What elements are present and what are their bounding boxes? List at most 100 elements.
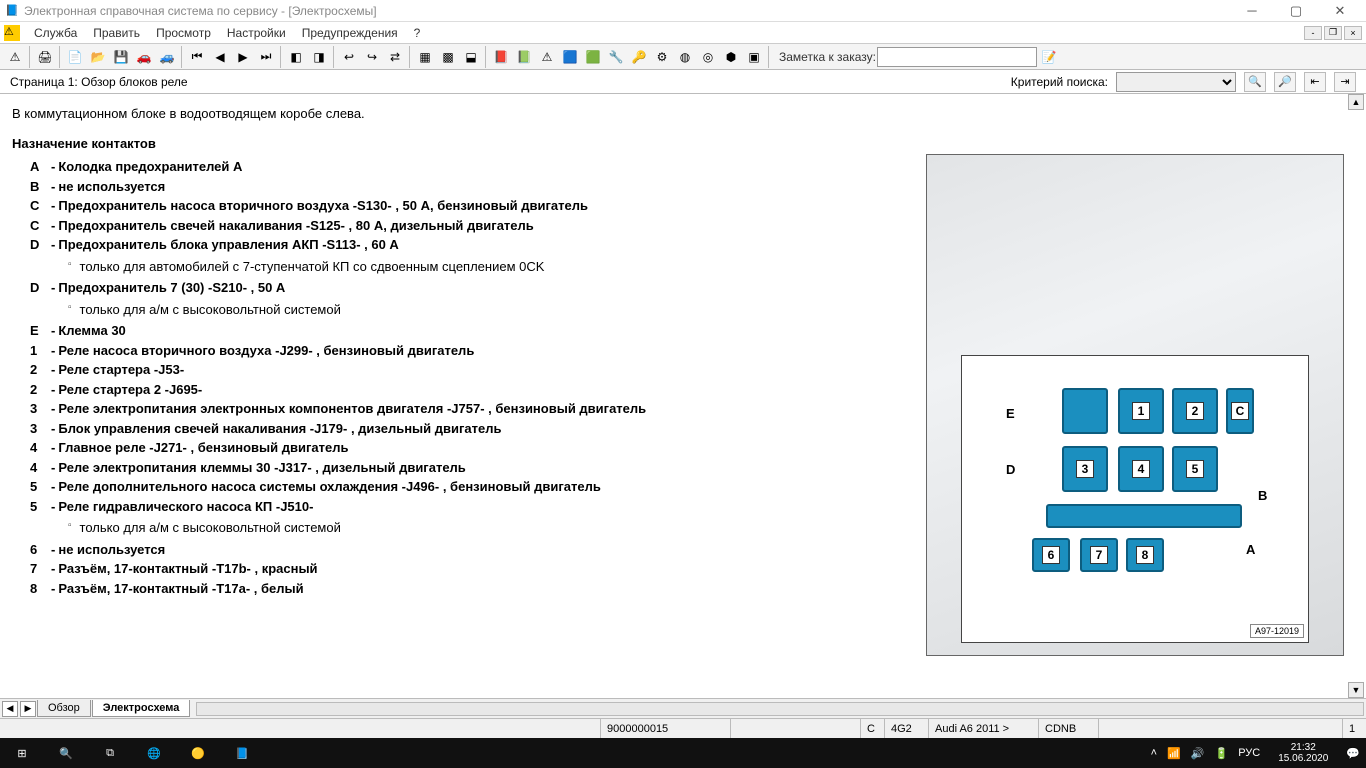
- toolbar-btn-10[interactable]: ◧: [285, 46, 307, 68]
- toolbar-btn-28[interactable]: ⬢: [720, 46, 742, 68]
- intro-text: В коммутационном блоке в водоотводящем к…: [12, 104, 1354, 124]
- relay-8: 8: [1126, 538, 1164, 572]
- close-button[interactable]: ✕: [1318, 1, 1362, 21]
- note-edit-icon[interactable]: 📝: [1038, 46, 1060, 68]
- status-page: 1: [1342, 719, 1366, 738]
- last-icon[interactable]: ⏭: [255, 46, 277, 68]
- windows-taskbar: ⊞ 🔍 ⧉ 🌐 🟡 📘 ˄ 📶 🔊 🔋 РУС 21:32 15.06.2020…: [0, 738, 1366, 768]
- minimize-button[interactable]: ─: [1230, 1, 1274, 21]
- book-icon[interactable]: 📕: [490, 46, 512, 68]
- relay-E: [1062, 388, 1108, 434]
- toolbar-btn-11[interactable]: ◨: [308, 46, 330, 68]
- battery-icon[interactable]: 🔋: [1215, 747, 1229, 760]
- book2-icon[interactable]: 📗: [513, 46, 535, 68]
- toolbar-btn-22[interactable]: 🟩: [582, 46, 604, 68]
- toolbar-btn-17[interactable]: ⬓: [460, 46, 482, 68]
- relay-7: 7: [1080, 538, 1118, 572]
- toolbar-btn-27[interactable]: ◎: [697, 46, 719, 68]
- warning-icon: ⚠: [4, 25, 20, 41]
- scroll-down-button[interactable]: ▼: [1348, 682, 1364, 698]
- relay-4: 4: [1118, 446, 1164, 492]
- toolbar-btn-25[interactable]: ⚙: [651, 46, 673, 68]
- lang-indicator[interactable]: РУС: [1238, 747, 1260, 759]
- note-label: Заметка к заказу:: [779, 50, 876, 64]
- menu-edit[interactable]: Править: [85, 24, 148, 42]
- status-engine: CDNB: [1038, 719, 1098, 738]
- menu-service[interactable]: Служба: [26, 24, 85, 42]
- search-select[interactable]: [1116, 72, 1236, 92]
- app-taskbar-icon[interactable]: 📘: [220, 738, 264, 768]
- mdi-restore-button[interactable]: ❐: [1324, 26, 1342, 40]
- toolbar-btn-29[interactable]: ▣: [743, 46, 765, 68]
- toolbar-btn-23[interactable]: 🔧: [605, 46, 627, 68]
- horizontal-scrollbar[interactable]: [196, 702, 1364, 716]
- toolbar-btn-1[interactable]: ⚠: [4, 46, 26, 68]
- relay-3: 3: [1062, 446, 1108, 492]
- label-D: D: [1006, 462, 1015, 477]
- search-prev-icon[interactable]: 🔍: [1244, 72, 1266, 92]
- mdi-minimize-button[interactable]: -: [1304, 26, 1322, 40]
- menu-warnings[interactable]: Предупреждения: [294, 24, 406, 42]
- tab-nav-prev[interactable]: ▶: [20, 701, 36, 717]
- collapse-left-icon[interactable]: ⇤: [1304, 72, 1326, 92]
- warn2-icon[interactable]: ⚠: [536, 46, 558, 68]
- relay-C: C: [1226, 388, 1254, 434]
- tab-overview[interactable]: Обзор: [37, 700, 91, 717]
- toolbar-btn-16[interactable]: ▩: [437, 46, 459, 68]
- toolbar-btn-24[interactable]: 🔑: [628, 46, 650, 68]
- toolbar-btn-14[interactable]: ⇄: [384, 46, 406, 68]
- mdi-close-button[interactable]: ×: [1344, 26, 1362, 40]
- car2-icon[interactable]: 🚙: [156, 46, 178, 68]
- scroll-up-button[interactable]: ▲: [1348, 94, 1364, 110]
- search-next-icon[interactable]: 🔎: [1274, 72, 1296, 92]
- notifications-icon[interactable]: 💬: [1346, 747, 1360, 760]
- prev-icon[interactable]: ◀: [209, 46, 231, 68]
- menu-settings[interactable]: Настройки: [219, 24, 294, 42]
- clock[interactable]: 21:32 15.06.2020: [1270, 742, 1336, 764]
- toolbar-btn-26[interactable]: ◍: [674, 46, 696, 68]
- wifi-icon[interactable]: 📶: [1167, 747, 1181, 760]
- maximize-button[interactable]: ▢: [1274, 1, 1318, 21]
- collapse-right-icon[interactable]: ⇥: [1334, 72, 1356, 92]
- status-model: Audi A6 2011 >: [928, 719, 1038, 738]
- tab-nav-first[interactable]: ◀: [2, 701, 18, 717]
- relay-6: 6: [1032, 538, 1070, 572]
- toolbar-btn-15[interactable]: ▦: [414, 46, 436, 68]
- diagram-panel: 1 2 C 3 4 5 6 7 8 E D B A A97-12019: [926, 154, 1344, 656]
- search-taskbar-icon[interactable]: 🔍: [44, 738, 88, 768]
- start-button[interactable]: ⊞: [0, 738, 44, 768]
- tray-up-icon[interactable]: ˄: [1151, 747, 1157, 759]
- tabs-row: ◀ ▶ Обзор Электросхема: [0, 698, 1366, 718]
- search-label: Критерий поиска:: [1011, 75, 1108, 89]
- save-icon[interactable]: 💾: [110, 46, 132, 68]
- next-icon[interactable]: ▶: [232, 46, 254, 68]
- relay-1: 1: [1118, 388, 1164, 434]
- print-icon[interactable]: 🖨: [34, 46, 56, 68]
- status-c: C: [860, 719, 884, 738]
- car-icon[interactable]: 🚗: [133, 46, 155, 68]
- relay-2: 2: [1172, 388, 1218, 434]
- toolbar-btn-13[interactable]: ↪: [361, 46, 383, 68]
- volume-icon[interactable]: 🔊: [1191, 747, 1205, 760]
- tab-wiring[interactable]: Электросхема: [92, 700, 191, 717]
- relay-5: 5: [1172, 446, 1218, 492]
- note-input[interactable]: [877, 47, 1037, 67]
- menu-view[interactable]: Просмотр: [148, 24, 219, 42]
- label-B: B: [1258, 488, 1267, 503]
- label-A: A: [1246, 542, 1255, 557]
- content-area: ▲ ▼ В коммутационном блоке в водоотводящ…: [0, 94, 1366, 698]
- toolbar-btn-12[interactable]: ↩: [338, 46, 360, 68]
- page-title: Страница 1: Обзор блоков реле: [10, 75, 188, 89]
- status-order: 9000000015: [600, 719, 730, 738]
- edge-icon[interactable]: 🌐: [132, 738, 176, 768]
- section-title: Назначение контактов: [12, 134, 1354, 154]
- new-doc-icon[interactable]: 📄: [64, 46, 86, 68]
- status-model-code: 4G2: [884, 719, 928, 738]
- first-icon[interactable]: ⏮: [186, 46, 208, 68]
- open-doc-icon[interactable]: 📂: [87, 46, 109, 68]
- chrome-icon[interactable]: 🟡: [176, 738, 220, 768]
- taskview-icon[interactable]: ⧉: [88, 738, 132, 768]
- statusbar: 9000000015 C 4G2 Audi A6 2011 > CDNB 1: [0, 718, 1366, 738]
- toolbar-btn-21[interactable]: 🟦: [559, 46, 581, 68]
- menu-help[interactable]: ?: [406, 24, 429, 42]
